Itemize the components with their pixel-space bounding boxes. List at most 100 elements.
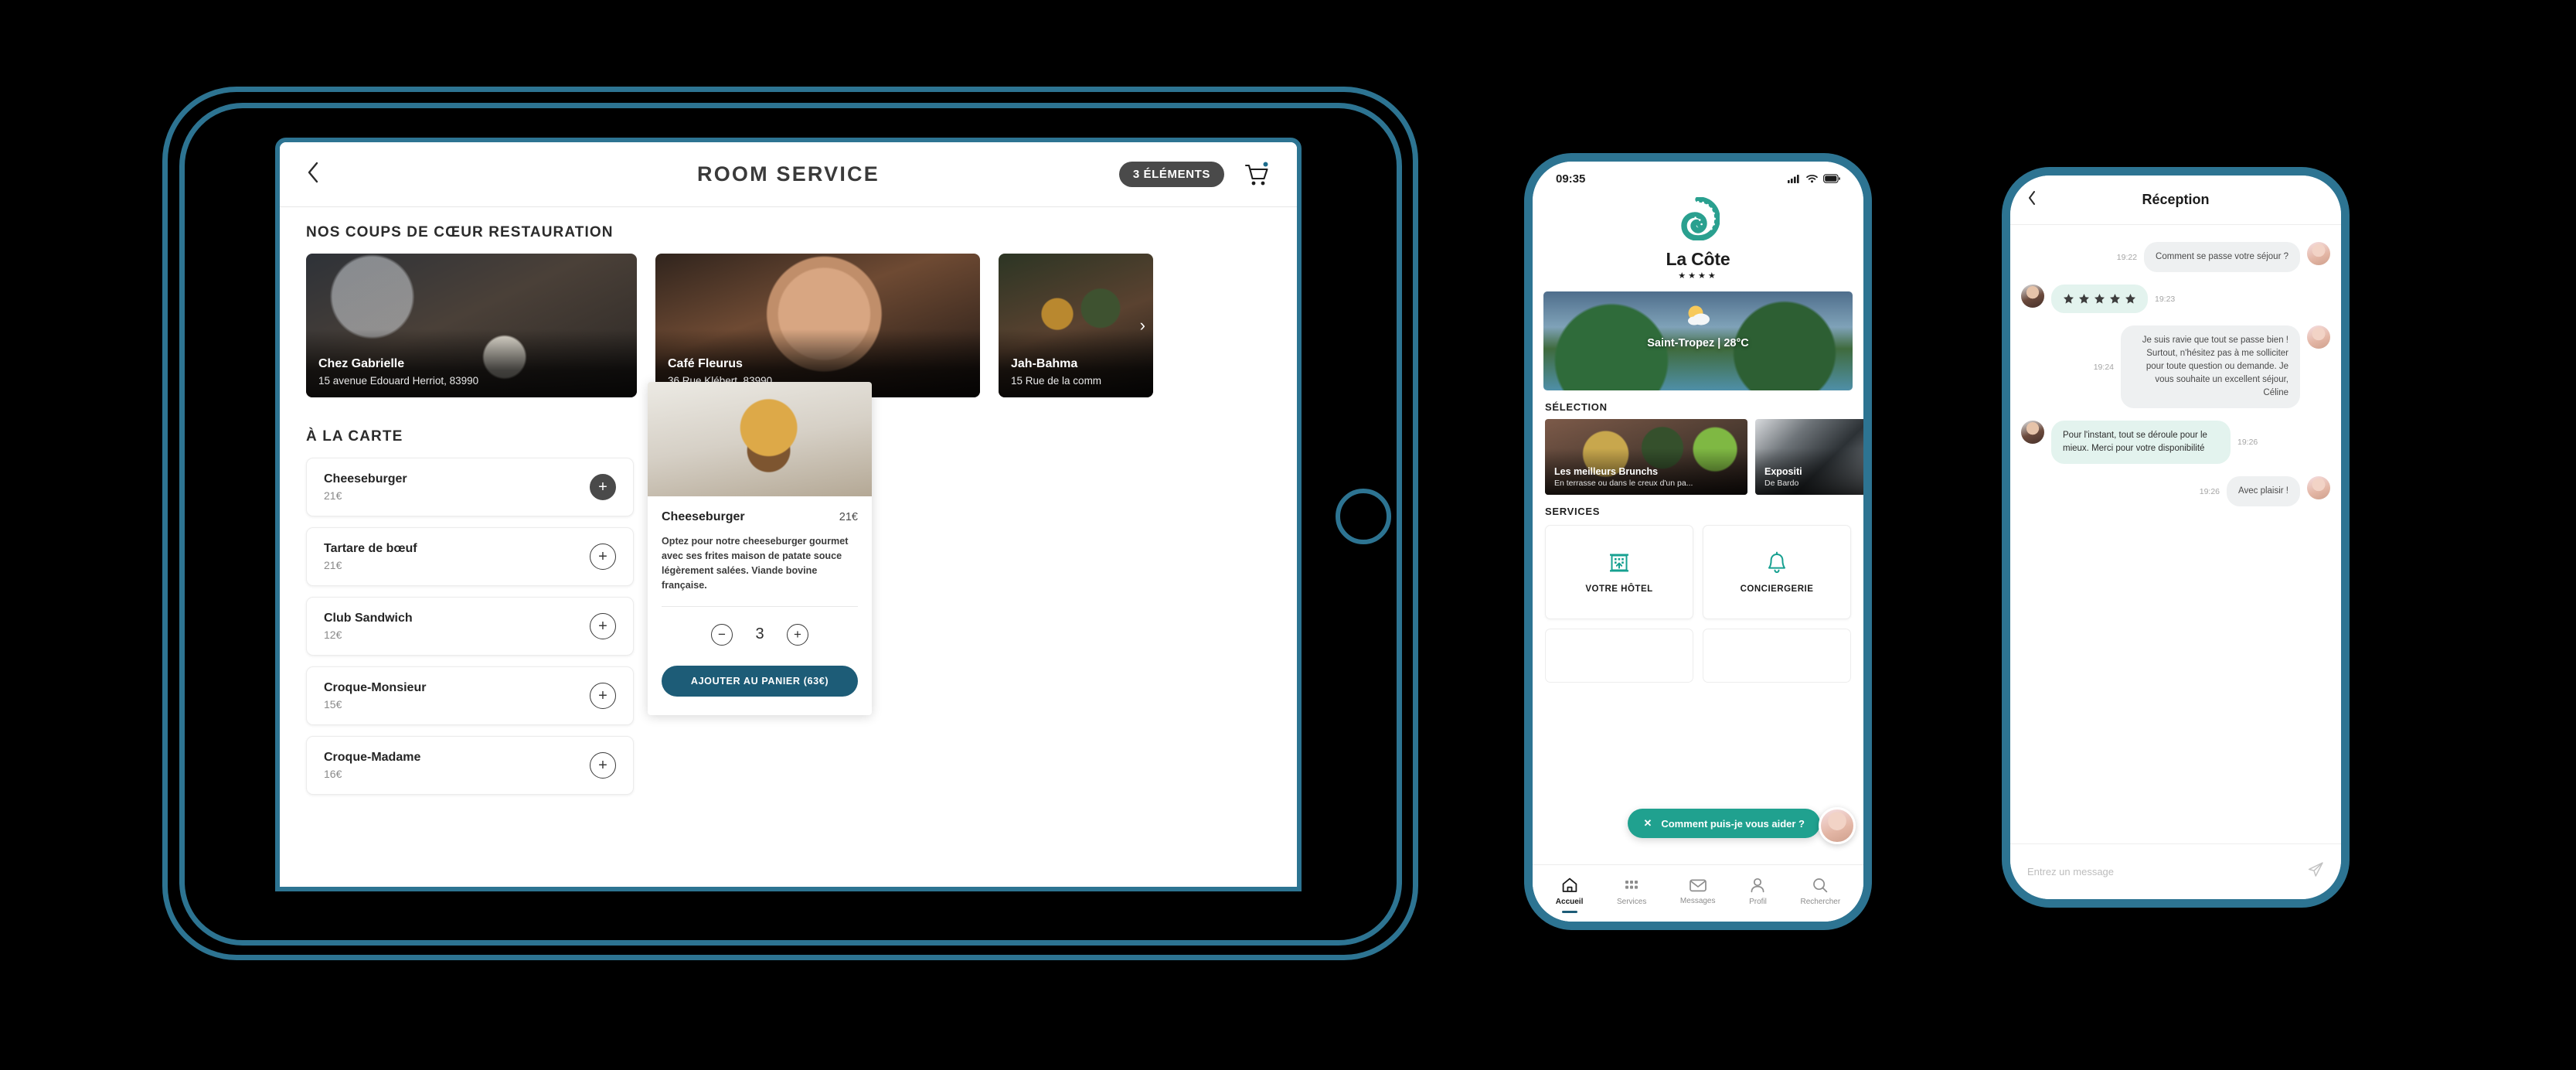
selection-card[interactable]: Les meilleurs Brunchs En terrasse ou dan… (1545, 419, 1747, 495)
restaurant-name: Café Fleurus (668, 357, 743, 370)
services-grid: VOTRE HÔTEL CONCIERGERIE (1533, 525, 1863, 619)
bell-icon (1768, 551, 1785, 573)
featured-restaurants-carousel[interactable]: Chez Gabrielle 15 avenue Edouard Herriot… (306, 254, 1271, 397)
spiral-shell-logo-svg (1681, 196, 1720, 241)
add-item-button[interactable]: + (590, 613, 616, 639)
item-detail-card: Cheeseburger 21€ Optez pour notre cheese… (648, 382, 872, 715)
hotel-name: La Côte (1666, 249, 1730, 269)
message-bubble: Pour l'instant, tout se déroule pour le … (2051, 421, 2231, 465)
message-bubble: Avec plaisir ! (2227, 476, 2300, 507)
chevron-right-icon[interactable]: › (1140, 315, 1145, 336)
decrease-quantity-button[interactable]: − (711, 623, 733, 646)
service-card-votre-hotel[interactable]: VOTRE HÔTEL (1545, 525, 1693, 619)
add-item-button[interactable]: + (590, 474, 616, 500)
star-icon (2110, 294, 2120, 304)
phone-home-screen: 09:35 La Côte ★★★★ Saint-Tropez | 28°C S… (1533, 162, 1863, 922)
item-detail-name: Cheeseburger (662, 510, 745, 523)
selection-subtitle: En terrasse ou dans le creux d'un pa... (1554, 479, 1693, 488)
tablet-home-button[interactable] (1336, 489, 1391, 544)
restaurant-card[interactable]: Jah-Bahma 15 Rue de la comm › (999, 254, 1153, 397)
close-icon[interactable]: ✕ (1643, 817, 1652, 830)
menu-item-price: 16€ (324, 768, 342, 780)
tab-label: Messages (1679, 896, 1716, 905)
menu-item-name: Tartare de bœuf (324, 542, 417, 555)
message-bubble: Je suis ravie que tout se passe bien ! S… (2121, 325, 2300, 409)
selection-subtitle: De Bardo (1764, 479, 1799, 488)
add-item-button[interactable]: + (590, 683, 616, 709)
phone-chat-frame: Réception 19:22 Comment se passe votre s… (2002, 167, 2350, 908)
grid-icon (1625, 880, 1638, 889)
selection-section-title: SÉLECTION (1545, 401, 1608, 413)
chat-message: Pour l'instant, tout se déroule pour le … (2021, 421, 2330, 465)
tablet-screen: ROOM SERVICE 3 ÉLÉMENTS NOS COUPS DE CŒU… (275, 138, 1302, 891)
menu-item-row[interactable]: Croque-Monsieur 15€ + (306, 666, 634, 725)
message-composer[interactable]: Entrez un message (2010, 843, 2341, 899)
envelope-icon (1689, 879, 1707, 891)
chat-message: 19:26 Avec plaisir ! (2021, 476, 2330, 507)
message-time: 19:24 (2093, 362, 2114, 372)
menu-item-price: 21€ (324, 559, 342, 571)
increase-quantity-button[interactable]: + (787, 623, 808, 646)
quantity-value: 3 (755, 625, 764, 643)
tab-label: Rechercher (1800, 897, 1841, 906)
service-card-placeholder[interactable] (1703, 629, 1851, 683)
menu-item-row[interactable]: Tartare de bœuf 21€ + (306, 527, 634, 586)
wifi-icon (1806, 175, 1818, 183)
restaurant-card[interactable]: Chez Gabrielle 15 avenue Edouard Herriot… (306, 254, 637, 397)
add-item-button[interactable]: + (590, 544, 616, 570)
tab-label: Services (1616, 897, 1647, 906)
tab-messages[interactable]: Messages (1680, 877, 1716, 905)
restaurant-name: Jah-Bahma (1011, 357, 1078, 370)
chat-message: 19:22 Comment se passe votre séjour ? (2021, 242, 2330, 273)
room-service-header: ROOM SERVICE 3 ÉLÉMENTS (280, 142, 1297, 207)
weather-hero-card[interactable]: Saint-Tropez | 28°C (1543, 291, 1853, 390)
selection-title: Expositi (1764, 466, 1802, 477)
cart-count-badge: 3 ÉLÉMENTS (1118, 162, 1224, 187)
quantity-stepper[interactable]: − 3 + (662, 623, 858, 646)
tab-services[interactable]: Services (1617, 877, 1646, 906)
active-tab-indicator (1561, 910, 1577, 913)
tab-profil[interactable]: Profil (1749, 877, 1767, 906)
menu-section-title: À LA CARTE (306, 428, 403, 445)
menu-item-row[interactable]: Club Sandwich 12€ + (306, 597, 634, 656)
selection-title: Les meilleurs Brunchs (1554, 466, 1659, 477)
star-icon (2125, 294, 2135, 304)
add-to-cart-button[interactable]: AJOUTER AU PANIER (63€) (662, 665, 858, 697)
hotel-branding: La Côte ★★★★ (1533, 194, 1863, 288)
avatar (2021, 285, 2044, 308)
avatar (2021, 421, 2044, 445)
assistant-prompt-bubble[interactable]: ✕ Comment puis-je vous aider ? (1628, 809, 1820, 838)
weather-label: Saint-Tropez | 28°C (1647, 336, 1749, 349)
service-card-conciergerie[interactable]: CONCIERGERIE (1703, 525, 1851, 619)
message-time: 19:23 (2155, 294, 2176, 304)
restaurant-card[interactable]: Café Fleurus 36 Rue Klébert, 83990 (655, 254, 980, 397)
menu-item-row[interactable]: Cheeseburger 21€ + (306, 458, 634, 516)
menu-item-name: Cheeseburger (324, 472, 407, 486)
selection-carousel[interactable]: Les meilleurs Brunchs En terrasse ou dan… (1533, 419, 1863, 495)
item-detail-price: 21€ (839, 511, 858, 523)
chat-message: 19:24 Je suis ravie que tout se passe bi… (2021, 325, 2330, 409)
menu-list: Cheeseburger 21€ + Tartare de bœuf 21€ + (306, 458, 634, 795)
selection-card[interactable]: Expositi De Bardo (1755, 419, 1863, 495)
avatar (2307, 325, 2330, 349)
assistant-avatar[interactable] (1819, 807, 1856, 844)
tab-accueil[interactable]: Accueil (1556, 877, 1583, 913)
shopping-cart-icon[interactable] (1243, 161, 1271, 189)
service-card-placeholder[interactable] (1545, 629, 1693, 683)
status-time: 09:35 (1556, 172, 1586, 186)
room-service-content: NOS COUPS DE CŒUR RESTAURATION Chez Gabr… (280, 207, 1297, 887)
message-input[interactable]: Entrez un message (2027, 866, 2299, 877)
paper-plane-icon[interactable] (2307, 861, 2324, 882)
chat-message: 19:23 (2021, 285, 2330, 314)
add-item-button[interactable]: + (590, 752, 616, 779)
menu-item-row[interactable]: Croque-Madame 16€ + (306, 736, 634, 795)
star-icon (2094, 294, 2105, 304)
tab-rechercher[interactable]: Rechercher (1800, 877, 1840, 906)
item-detail-photo (648, 382, 872, 496)
star-icon (2079, 294, 2089, 304)
hotel-building-icon (1610, 554, 1628, 571)
avatar (2307, 242, 2330, 265)
screenshot-stage: ROOM SERVICE 3 ÉLÉMENTS NOS COUPS DE CŒU… (0, 0, 2576, 1070)
services-section-title: SERVICES (1545, 506, 1601, 517)
menu-item-price: 15€ (324, 698, 342, 710)
